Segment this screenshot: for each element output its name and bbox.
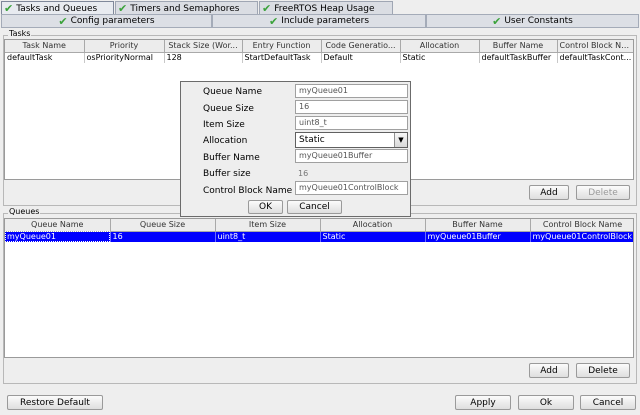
check-icon: ✔ bbox=[58, 14, 68, 28]
table-cell: myQueue01 bbox=[5, 231, 111, 242]
table-cell: defaultTaskBuffer bbox=[479, 52, 558, 63]
allocation-label: Allocation bbox=[203, 136, 248, 146]
tab-include-parameters[interactable]: ✔ Include parameters bbox=[212, 14, 426, 28]
chevron-down-icon[interactable]: ▼ bbox=[394, 133, 407, 147]
column-header[interactable]: Entry Function bbox=[242, 40, 322, 53]
tab-freertos-heap-usage[interactable]: ✔ FreeRTOS Heap Usage bbox=[259, 1, 393, 15]
queues-add-button[interactable]: Add bbox=[529, 363, 569, 378]
table-cell: myQueue01Buffer bbox=[425, 231, 531, 242]
tab-label: FreeRTOS Heap Usage bbox=[274, 3, 375, 14]
table-cell: Static bbox=[400, 52, 480, 63]
column-header[interactable]: Control Block Na... bbox=[557, 40, 633, 53]
buffer-name-label: Buffer Name bbox=[203, 153, 260, 163]
tasks-delete-button[interactable]: Delete bbox=[576, 185, 630, 200]
allocation-value: Static bbox=[299, 135, 325, 145]
queues-delete-button[interactable]: Delete bbox=[576, 363, 630, 378]
tab-label: Config parameters bbox=[70, 16, 155, 26]
cancel-button[interactable]: Cancel bbox=[580, 395, 636, 410]
tasks-add-button[interactable]: Add bbox=[529, 185, 569, 200]
column-header[interactable]: Item Size bbox=[215, 219, 321, 232]
check-icon: ✔ bbox=[4, 1, 14, 15]
column-header[interactable]: Queue Size bbox=[110, 219, 216, 232]
table-cell: osPriorityNormal bbox=[84, 52, 165, 63]
dialog-cancel-button[interactable]: Cancel bbox=[287, 200, 342, 214]
column-header[interactable]: Buffer Name bbox=[479, 40, 558, 53]
item-size-field[interactable]: uint8_t bbox=[295, 116, 408, 130]
table-cell: StartDefaultTask bbox=[242, 52, 322, 63]
table-row-selected[interactable]: myQueue01 16 uint8_t Static myQueue01Buf… bbox=[5, 231, 633, 242]
check-icon: ✔ bbox=[492, 14, 502, 28]
dialog-ok-button[interactable]: OK bbox=[248, 200, 283, 214]
tab-label: Tasks and Queues bbox=[16, 3, 98, 14]
control-block-field[interactable]: myQueue01ControlBlock bbox=[295, 181, 408, 195]
queue-name-field[interactable]: myQueue01 bbox=[295, 84, 408, 98]
table-cell: Default bbox=[321, 52, 401, 63]
tab-label: Include parameters bbox=[281, 16, 370, 26]
tab-user-constants[interactable]: ✔ User Constants bbox=[426, 14, 639, 28]
ok-button[interactable]: Ok bbox=[518, 395, 574, 410]
table-cell: Static bbox=[320, 231, 426, 242]
check-icon: ✔ bbox=[262, 1, 272, 15]
column-header[interactable]: Queue Name bbox=[5, 219, 111, 232]
buffer-size-value: 16 bbox=[298, 169, 309, 178]
queue-size-label: Queue Size bbox=[203, 104, 254, 114]
table-cell: myQueue01ControlBlock bbox=[530, 231, 633, 242]
column-header[interactable]: Priority bbox=[84, 40, 165, 53]
apply-button[interactable]: Apply bbox=[455, 395, 511, 410]
new-queue-dialog: Queue Name myQueue01 Queue Size 16 Item … bbox=[180, 81, 411, 217]
column-header[interactable]: Task Name bbox=[5, 40, 85, 53]
table-cell: uint8_t bbox=[215, 231, 321, 242]
column-header[interactable]: Allocation bbox=[400, 40, 480, 53]
tab-tasks-and-queues[interactable]: ✔ Tasks and Queues bbox=[1, 1, 114, 15]
tasks-title: Tasks bbox=[8, 29, 32, 38]
table-cell: defaultTask bbox=[5, 52, 85, 63]
queues-title: Queues bbox=[8, 207, 41, 216]
queue-size-field[interactable]: 16 bbox=[295, 100, 408, 114]
item-size-label: Item Size bbox=[203, 120, 245, 130]
buffer-name-field[interactable]: myQueue01Buffer bbox=[295, 149, 408, 163]
check-icon: ✔ bbox=[268, 14, 279, 28]
table-row[interactable]: defaultTask osPriorityNormal 128 StartDe… bbox=[5, 52, 633, 63]
table-cell: defaultTaskCont... bbox=[557, 52, 633, 63]
tab-timers-and-semaphores[interactable]: ✔ Timers and Semaphores bbox=[115, 1, 258, 15]
tab-label: Timers and Semaphores bbox=[130, 3, 240, 14]
buffer-size-label: Buffer size bbox=[203, 169, 251, 179]
table-cell: 16 bbox=[110, 231, 216, 242]
tab-config-parameters[interactable]: ✔ Config parameters bbox=[1, 14, 212, 28]
allocation-select[interactable]: Static ▼ bbox=[295, 132, 408, 148]
column-header[interactable]: Stack Size (Wor... bbox=[164, 40, 243, 53]
column-header[interactable]: Allocation bbox=[320, 219, 426, 232]
queues-table[interactable]: Queue Name Queue Size Item Size Allocati… bbox=[4, 218, 634, 358]
control-block-label: Control Block Name bbox=[203, 186, 293, 196]
column-header[interactable]: Buffer Name bbox=[425, 219, 531, 232]
column-header[interactable]: Control Block Name bbox=[530, 219, 633, 232]
tab-label: User Constants bbox=[504, 16, 573, 26]
restore-default-button[interactable]: Restore Default bbox=[7, 395, 103, 410]
check-icon: ✔ bbox=[118, 1, 128, 15]
table-cell: 128 bbox=[164, 52, 243, 63]
queue-name-label: Queue Name bbox=[203, 87, 262, 97]
column-header[interactable]: Code Generatio... bbox=[321, 40, 401, 53]
